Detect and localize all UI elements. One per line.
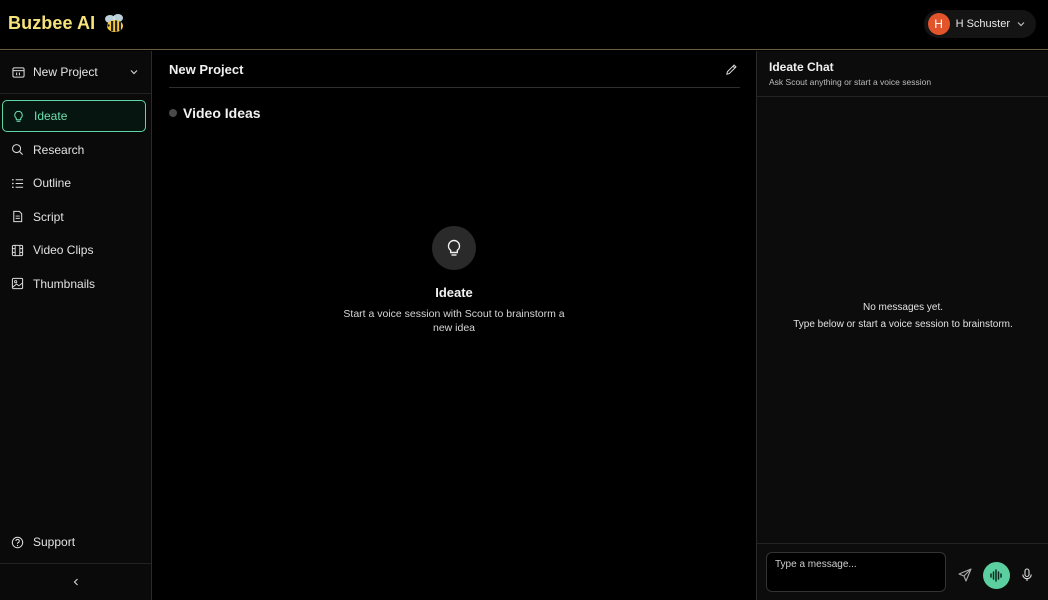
chat-empty-state: No messages yet. Type below or start a v… [757, 299, 1048, 333]
voice-session-button[interactable] [983, 562, 1010, 589]
section-title: Video Ideas [183, 105, 261, 121]
sidebar-item-label: Script [33, 209, 64, 224]
main-content: New Project Video Ideas Ideate Start a v… [152, 51, 756, 600]
chevron-down-icon [130, 70, 138, 75]
empty-state-icon [432, 226, 476, 270]
bee-icon [105, 14, 124, 32]
film-icon [11, 244, 24, 256]
chat-header: Ideate Chat Ask Scout anything or start … [757, 51, 1048, 97]
sidebar-item-label: Video Clips [33, 243, 94, 257]
chat-empty-line: No messages yet. [862, 302, 944, 313]
search-icon [12, 144, 24, 156]
sidebar-item-script[interactable]: Script [2, 201, 146, 233]
status-dot [169, 109, 177, 117]
help-circle-icon [11, 536, 24, 548]
page-title: New Project [169, 61, 244, 77]
chat-message-input[interactable] [766, 552, 946, 592]
chevron-left-icon [73, 578, 78, 586]
microphone-icon [1022, 568, 1032, 581]
chevron-down-icon [1017, 22, 1025, 27]
avatar: H [927, 13, 950, 35]
brand-logo[interactable]: Buzbee AI [8, 12, 127, 34]
support-link[interactable]: Support [2, 526, 146, 558]
main-header: New Project [169, 51, 740, 88]
sidebar-nav: Ideate Research Outline Script Video Cli… [2, 100, 146, 301]
edit-title-button[interactable] [722, 60, 740, 78]
microphone-button[interactable] [1019, 567, 1035, 583]
empty-state-text: Start a voice session with Scout to brai… [343, 308, 565, 334]
chat-composer [757, 543, 1048, 600]
chat-subtitle: Ask Scout anything or start a voice sess… [769, 77, 932, 87]
send-icon [958, 568, 972, 582]
collapse-sidebar-button[interactable] [0, 563, 151, 600]
sidebar-item-label: Research [33, 142, 85, 157]
lightbulb-icon [447, 239, 461, 256]
pencil-icon [725, 63, 737, 75]
sidebar-item-ideate[interactable]: Ideate [2, 100, 146, 132]
document-icon [13, 210, 23, 223]
chat-panel: Ideate Chat Ask Scout anything or start … [756, 51, 1048, 600]
sidebar-item-research[interactable]: Research [2, 134, 146, 166]
sidebar-item-label: Outline [33, 176, 72, 190]
audio-wave-icon [990, 569, 1002, 582]
chat-empty-line: Type below or start a voice session to b… [793, 319, 1013, 330]
lightbulb-icon [14, 110, 23, 122]
chat-title: Ideate Chat [769, 60, 834, 74]
sidebar-item-label: Ideate [34, 109, 68, 123]
project-icon [12, 66, 25, 78]
sidebar: New Project Ideate Research Outline Scri… [0, 51, 152, 600]
image-icon [11, 277, 24, 290]
project-selector-label: New Project [33, 65, 98, 79]
user-menu[interactable]: H H Schuster [923, 10, 1036, 38]
send-button[interactable] [957, 567, 973, 583]
top-bar: Buzbee AI H H Schuster [0, 0, 1048, 50]
support-label: Support [33, 535, 76, 549]
brand-name: Buzbee AI [8, 12, 96, 33]
sidebar-item-video-clips[interactable]: Video Clips [2, 234, 146, 266]
sidebar-item-thumbnails[interactable]: Thumbnails [2, 268, 146, 300]
list-icon [12, 178, 24, 188]
section-header: Video Ideas [169, 105, 261, 121]
user-name: H Schuster [955, 18, 1010, 30]
sidebar-item-outline[interactable]: Outline [2, 167, 146, 199]
project-selector[interactable]: New Project [0, 51, 151, 94]
sidebar-item-label: Thumbnails [33, 276, 96, 291]
empty-state-title: Ideate [435, 285, 473, 300]
